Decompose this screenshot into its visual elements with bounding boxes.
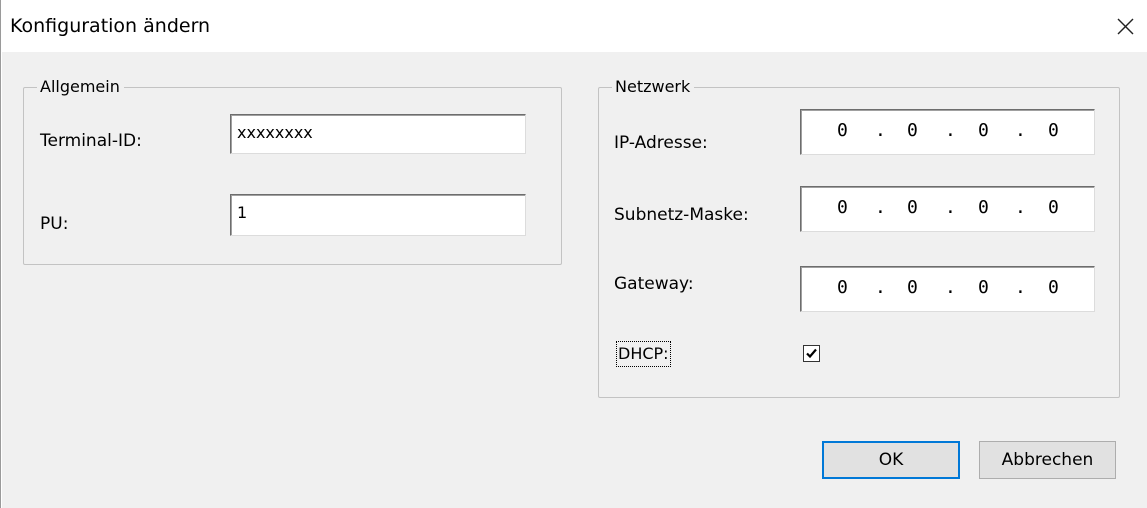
terminal-id-label: Terminal-ID: [40, 131, 142, 151]
subnet-octet-4: 0 [1048, 197, 1059, 218]
gateway-octet-2: 0 [907, 277, 918, 298]
ok-button[interactable]: OK [822, 441, 960, 479]
subnet-mask-label: Subnetz-Maske: [614, 205, 749, 225]
pu-label: PU: [40, 214, 69, 234]
general-legend: Allgemein [37, 77, 124, 97]
gateway-octet-1: 0 [837, 277, 848, 298]
gateway-dot-2: . [945, 277, 956, 298]
gateway-octet-4: 0 [1048, 277, 1059, 298]
cancel-button[interactable]: Abbrechen [979, 441, 1116, 479]
dhcp-checkbox[interactable] [803, 345, 820, 362]
gateway-dot-3: . [1015, 277, 1026, 298]
ip-address-label: IP-Adresse: [614, 133, 708, 153]
ip-octet-4: 0 [1048, 120, 1059, 141]
gateway-octet-3: 0 [978, 277, 989, 298]
network-group: Netzwerk IP-Adresse: 0 . 0 . 0 . 0 Subne… [598, 77, 1120, 398]
ip-octet-3: 0 [978, 120, 989, 141]
gateway-input[interactable]: 0 . 0 . 0 . 0 [800, 266, 1095, 312]
gateway-label: Gateway: [614, 274, 694, 294]
gateway-dot-1: . [875, 277, 886, 298]
title-bar[interactable]: Konfiguration ändern [1, 0, 1147, 52]
dialog-title: Konfiguration ändern [10, 15, 211, 37]
subnet-octet-1: 0 [837, 197, 848, 218]
subnet-dot-3: . [1015, 197, 1026, 218]
subnet-dot-2: . [945, 197, 956, 218]
terminal-id-input[interactable]: xxxxxxxx [230, 114, 526, 154]
subnet-octet-3: 0 [978, 197, 989, 218]
dhcp-label[interactable]: DHCP: [616, 341, 671, 367]
checkmark-icon [806, 348, 817, 359]
config-dialog: Konfiguration ändern Allgemein Terminal-… [0, 0, 1147, 508]
pu-input[interactable]: 1 [230, 194, 526, 236]
subnet-dot-1: . [875, 197, 886, 218]
dialog-body: Allgemein Terminal-ID: xxxxxxxx PU: 1 Ne… [2, 52, 1147, 508]
general-group: Allgemein Terminal-ID: xxxxxxxx PU: 1 [23, 77, 562, 265]
subnet-octet-2: 0 [907, 197, 918, 218]
ip-dot-1: . [875, 120, 886, 141]
subnet-mask-input[interactable]: 0 . 0 . 0 . 0 [800, 186, 1095, 232]
ip-dot-2: . [945, 120, 956, 141]
ip-octet-1: 0 [837, 120, 848, 141]
network-legend: Netzwerk [612, 77, 695, 97]
ip-octet-2: 0 [907, 120, 918, 141]
ip-address-input[interactable]: 0 . 0 . 0 . 0 [800, 109, 1095, 155]
ip-dot-3: . [1015, 120, 1026, 141]
close-icon[interactable] [1107, 8, 1143, 44]
